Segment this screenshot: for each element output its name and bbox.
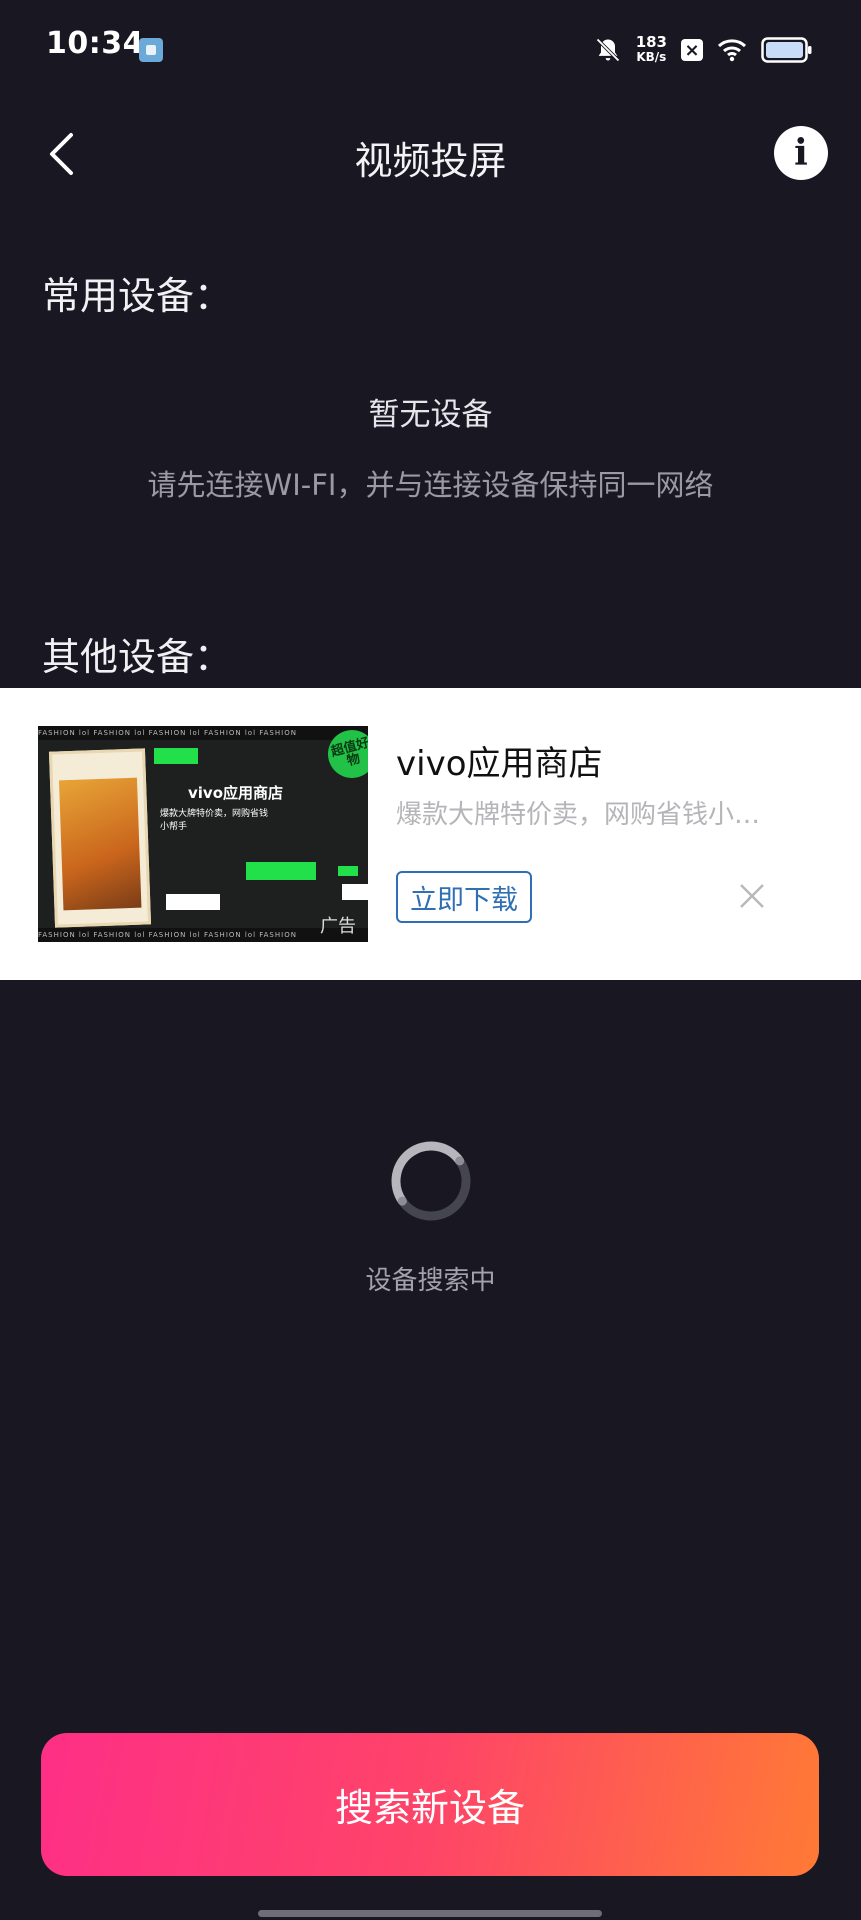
frequent-devices-label: 常用设备： xyxy=(42,274,233,318)
ad-tag: 广告 xyxy=(320,916,356,937)
sim-x-icon: × xyxy=(681,39,703,61)
ad-thumb-strip-bottom: FASHION lol FASHION lol FASHION lol FASH… xyxy=(38,928,368,942)
ad-thumbnail[interactable]: FASHION lol FASHION lol FASHION lol FASH… xyxy=(38,726,368,942)
status-time: 10:34 xyxy=(46,26,144,61)
download-button[interactable]: 立即下载 xyxy=(396,871,532,923)
empty-devices-description: 请先连接WI-FI，并与连接设备保持同一网络 xyxy=(147,468,714,502)
app-notification-icon xyxy=(139,38,163,62)
search-status: 设备搜索中 xyxy=(365,1266,496,1296)
wifi-icon xyxy=(717,39,747,62)
info-icon: i xyxy=(794,132,808,174)
page-title: 视频投屏 xyxy=(354,139,507,183)
close-icon xyxy=(740,884,764,908)
loading-spinner-icon xyxy=(391,1141,471,1221)
empty-devices-title: 暂无设备 xyxy=(368,397,493,433)
ad-card[interactable]: FASHION lol FASHION lol FASHION lol FASH… xyxy=(0,688,861,980)
net-speed: 183 KB/s xyxy=(636,35,667,65)
net-speed-value: 183 xyxy=(635,33,667,51)
other-devices-label: 其他设备： xyxy=(42,635,233,679)
bell-muted-icon xyxy=(595,38,620,62)
search-new-device-button[interactable]: 搜索新设备 xyxy=(41,1733,819,1876)
ad-thumb-phone xyxy=(48,748,152,928)
info-button[interactable]: i xyxy=(774,126,828,180)
ad-close-button[interactable] xyxy=(732,876,772,916)
ad-description: 爆款大牌特价卖，网购省钱小… xyxy=(396,800,761,830)
home-indicator[interactable] xyxy=(258,1910,602,1917)
net-speed-unit: KB/s xyxy=(636,50,667,64)
ad-app-name: vivo应用商店 xyxy=(396,744,603,784)
battery-icon xyxy=(761,37,812,63)
status-icons: 183 KB/s × xyxy=(594,30,813,70)
ad-thumb-strip-top: FASHION lol FASHION lol FASHION lol FASH… xyxy=(38,726,368,740)
ad-thumb-title: vivo应用商店 xyxy=(188,784,284,802)
ad-thumb-subtitle: 爆款大牌特价卖，网购省钱小帮手 xyxy=(160,809,269,832)
